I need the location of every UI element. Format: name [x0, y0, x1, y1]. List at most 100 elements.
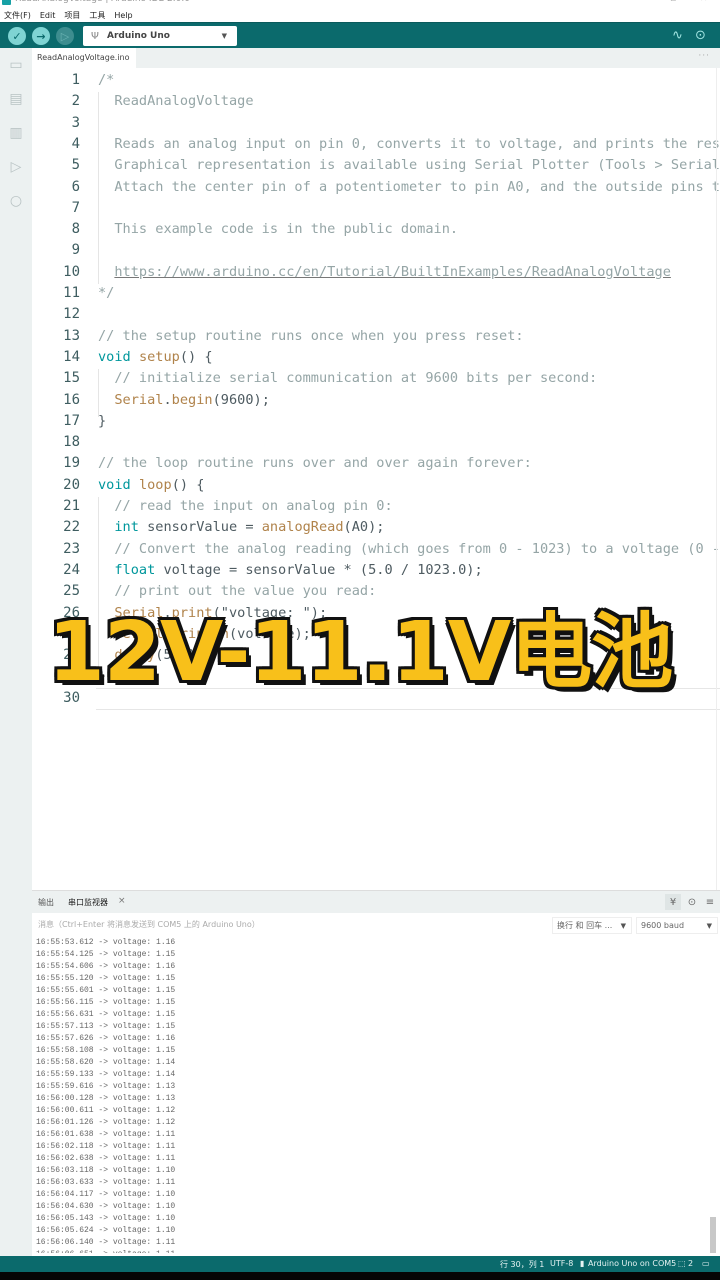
line-number: 24	[63, 561, 80, 578]
code-line[interactable]: /*	[98, 70, 114, 91]
code-line[interactable]: */	[98, 283, 114, 304]
log-line: 16:55:59.616 -> voltage: 1.13	[36, 1082, 176, 1091]
code-line[interactable]: int sensorValue = analogRead(A0);	[98, 517, 384, 538]
menu-sketch[interactable]: 项目	[64, 10, 80, 21]
code-line[interactable]: }	[98, 411, 106, 432]
line-ending-select[interactable]: 换行 和 回车 ... ▼	[552, 917, 632, 934]
code-line[interactable]: // read the input on analog pin 0:	[98, 496, 392, 517]
notification-count: 2	[688, 1259, 694, 1268]
line-number: 25	[63, 583, 80, 600]
verify-button[interactable]: ✓	[8, 27, 26, 45]
video-bottom-bar	[0, 1272, 720, 1280]
code-line[interactable]: // the loop routine runs over and over a…	[98, 453, 532, 474]
log-line: 16:56:02.638 -> voltage: 1.11	[36, 1154, 176, 1163]
library-icon[interactable]: ▥	[7, 124, 25, 142]
chevron-down-icon: ▼	[620, 921, 626, 930]
log-line: 16:56:05.143 -> voltage: 1.10	[36, 1214, 176, 1223]
line-number: 17	[63, 412, 80, 429]
maximize-icon[interactable]: ▫	[670, 0, 676, 4]
panel-toggle-icon[interactable]: ▭	[702, 1259, 710, 1268]
code-line[interactable]: This example code is in the public domai…	[98, 219, 458, 240]
tab-serial-monitor[interactable]: 串口监视器	[68, 897, 108, 908]
timestamp-toggle[interactable]: ⊙	[684, 894, 700, 910]
code-line[interactable]: }	[98, 666, 106, 687]
code-line[interactable]: Attach the center pin of a potentiometer…	[98, 177, 720, 198]
debug-button[interactable]: ▷	[56, 27, 74, 45]
line-number: 15	[63, 370, 80, 387]
window-title: ReadAnalogVoltage | Arduino IDE 2.0.0	[15, 0, 190, 4]
editor-scrollbar[interactable]	[716, 68, 720, 890]
code-line[interactable]: void setup() {	[98, 347, 213, 368]
serial-plotter-button[interactable]: ∿	[672, 28, 683, 43]
code-line[interactable]: Serial.begin(9600);	[98, 390, 270, 411]
minimize-icon[interactable]: –	[640, 0, 645, 4]
code-line[interactable]: void loop() {	[98, 475, 204, 496]
line-number: 12	[63, 306, 80, 323]
code-line[interactable]: Reads an analog input on pin 0, converts…	[98, 134, 720, 155]
code-editor[interactable]: 1 2 3 4 5 6 7 8 9 10 11 12 13 14 15 16 17 18 19 20 21 22 23 24 2…	[32, 68, 720, 890]
boards-icon[interactable]: ▤	[7, 90, 25, 108]
activity-bar: ▭ ▤ ▥ ▷ ○	[0, 48, 32, 1256]
file-encoding: UTF-8	[550, 1259, 574, 1268]
code-line[interactable]: Graphical representation is available us…	[98, 155, 720, 176]
code-line[interactable]: // Convert the analog reading (which goe…	[98, 539, 720, 560]
debug-icon[interactable]: ▷	[7, 158, 25, 176]
code-content[interactable]: /* ReadAnalogVoltage Reads an analog inp…	[98, 68, 720, 890]
board-port-status[interactable]: Arduino Uno on COM5	[588, 1259, 676, 1268]
code-line[interactable]: // print out the value you read:	[98, 581, 376, 602]
line-number: 30	[63, 689, 80, 706]
code-line[interactable]: // initialize serial communication at 96…	[98, 368, 597, 389]
code-line[interactable]: float voltage = sensorValue * (5.0 / 102…	[98, 560, 482, 581]
bottom-panel: 输出 串口监视器 × ¥ ⊙ ≡ 消息（Ctrl+Enter 将消息发送到 CO…	[32, 890, 720, 1256]
chevron-down-icon: ▼	[706, 921, 712, 930]
board-port-icon: ▮	[580, 1259, 585, 1268]
tab-output[interactable]: 输出	[38, 897, 54, 908]
line-number: 2	[71, 93, 80, 110]
autoscroll-icon: ¥	[669, 896, 677, 908]
tab-readanalogvoltage[interactable]: ReadAnalogVoltage.ino	[32, 48, 136, 68]
menu-edit[interactable]: Edit	[40, 11, 56, 20]
code-line[interactable]: // the setup routine runs once when you …	[98, 326, 524, 347]
search-icon[interactable]: ○	[7, 192, 25, 210]
line-number: 28	[63, 647, 80, 664]
log-line: 16:55:56.631 -> voltage: 1.15	[36, 1010, 176, 1019]
plotter-icon: ∿	[672, 28, 683, 43]
cursor-position[interactable]: 行 30，列 1	[500, 1259, 544, 1270]
serial-log-scrollbar[interactable]	[710, 1217, 716, 1253]
code-line[interactable]: delay(500);	[98, 645, 204, 666]
close-icon[interactable]: ×	[118, 896, 126, 906]
serial-monitor-button[interactable]: ⊙	[695, 28, 706, 43]
close-icon[interactable]: ✕	[700, 0, 708, 4]
log-line: 16:56:04.117 -> voltage: 1.10	[36, 1190, 176, 1199]
clear-output-button[interactable]: ≡	[702, 894, 718, 910]
line-number: 11	[63, 285, 80, 301]
log-line: 16:56:03.118 -> voltage: 1.10	[36, 1166, 176, 1175]
folder-icon[interactable]: ▭	[7, 56, 25, 74]
title-bar: ReadAnalogVoltage | Arduino IDE 2.0.0 – …	[0, 0, 720, 9]
more-icon[interactable]: ···	[698, 51, 710, 61]
line-number: 4	[71, 135, 80, 152]
chevron-down-icon: ▼	[221, 32, 227, 40]
clear-icon: ≡	[705, 896, 715, 908]
menu-tools[interactable]: 工具	[89, 10, 105, 21]
menu-help[interactable]: Help	[114, 11, 132, 20]
baud-rate-select[interactable]: 9600 baud ▼	[636, 917, 718, 934]
code-line[interactable]: Serial.print("voltage: ");	[98, 603, 327, 624]
code-line[interactable]: Serial.println(voltage);	[98, 624, 310, 645]
autoscroll-toggle[interactable]: ¥	[665, 894, 681, 910]
arrow-right-icon: →	[36, 29, 46, 43]
code-line[interactable]: https://www.arduino.cc/en/Tutorial/Built…	[98, 262, 671, 283]
log-line: 16:56:00.128 -> voltage: 1.13	[36, 1094, 176, 1103]
notification-icon[interactable]: ⬚	[678, 1259, 686, 1268]
log-line: 16:56:04.630 -> voltage: 1.10	[36, 1202, 176, 1211]
upload-button[interactable]: →	[32, 27, 50, 45]
line-number: 14	[63, 348, 80, 365]
line-number: 1	[71, 72, 80, 88]
menu-file[interactable]: 文件(F)	[4, 10, 31, 21]
board-selector[interactable]: Ψ Arduino Uno ▼	[83, 26, 237, 46]
check-icon: ✓	[12, 29, 22, 43]
message-input[interactable]: 消息（Ctrl+Enter 将消息发送到 COM5 上的 Arduino Uno…	[38, 919, 260, 930]
log-line: 16:56:00.611 -> voltage: 1.12	[36, 1106, 176, 1115]
line-number: 29	[63, 668, 80, 685]
code-line[interactable]: ReadAnalogVoltage	[98, 91, 253, 112]
